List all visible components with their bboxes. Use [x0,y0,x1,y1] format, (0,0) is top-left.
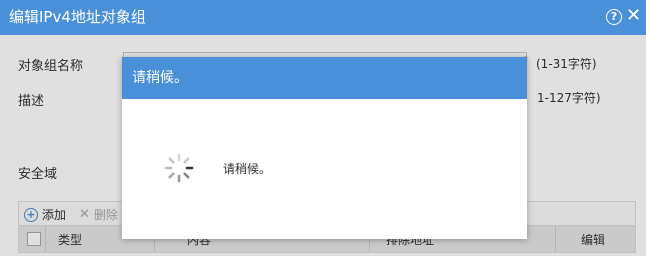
dialog-title: 编辑IPv4地址对象组 [9,8,146,26]
loading-dialog: 请稍候。 请稍候。 [122,57,527,239]
spinner-icon [164,153,194,183]
loading-message: 请稍候。 [223,162,272,176]
loading-dialog-header: 请稍候。 [122,57,527,99]
loading-dialog-title: 请稍候。 [132,70,188,86]
close-icon[interactable]: ✕ [626,6,641,26]
dialog-titlebar: 编辑IPv4地址对象组 ? ✕ [0,0,646,35]
help-icon[interactable]: ? [606,9,622,25]
